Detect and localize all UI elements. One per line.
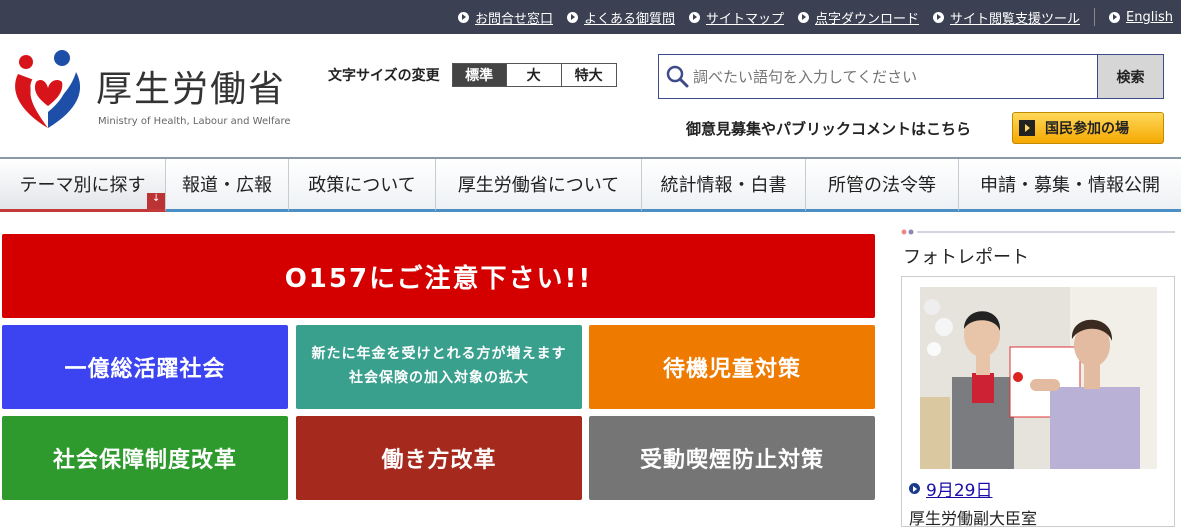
faq-link-label: よくある御質問 (583, 11, 675, 27)
public-participation-button[interactable]: 国民参加の場 (1012, 112, 1164, 144)
nav-item-statistics[interactable]: 統計情報・白書 (642, 159, 806, 212)
public-participation-label: 国民参加の場 (1045, 121, 1129, 137)
utility-bar: お問合せ窓口 よくある御質問 サイトマップ 点字ダウンロード サイト閲覧支援ツー… (0, 0, 1181, 34)
mhlw-logo-icon (15, 50, 81, 128)
sitemap-link-label: サイトマップ (706, 11, 785, 27)
english-link[interactable]: English (1109, 10, 1173, 25)
nav-item-theme[interactable]: テーマ別に探す (0, 159, 166, 212)
arrow-bullet-icon (909, 483, 920, 494)
photo-image (920, 287, 1157, 469)
font-size-switcher: 文字サイズの変更 標準 大 特大 (328, 63, 617, 87)
contact-link[interactable]: お問合せ窓口 (457, 8, 553, 27)
work-reform-banner[interactable]: 働き方改革 (296, 416, 582, 500)
search-button[interactable]: 検索 (1097, 55, 1163, 98)
braille-download-link-label: 点字ダウンロード (815, 11, 920, 27)
contact-link-label: お問合せ窓口 (474, 11, 553, 27)
font-size-label: 文字サイズの変更 (328, 68, 440, 84)
nav-item-label: テーマ別に探す (19, 175, 146, 196)
arrow-bullet-icon (566, 11, 578, 23)
nav-item-label: 政策について (308, 175, 416, 196)
arrow-bullet-icon (1109, 11, 1121, 23)
pension-banner-line2: 社会保険の加入対象の拡大 (349, 370, 529, 386)
logo-subtitle: Ministry of Health, Labour and Welfare (98, 116, 291, 127)
nav-item-label: 厚生労働省について (457, 175, 620, 196)
search-field-wrap (659, 55, 1097, 98)
ichioku-banner[interactable]: 一億総活躍社会 (2, 325, 288, 409)
font-size-large-button[interactable]: 大 (506, 63, 562, 87)
photo-report-title: フォトレポート (903, 247, 1029, 268)
photo-report-date: 9月29日 (926, 481, 993, 501)
font-size-xlarge-button[interactable]: 特大 (561, 63, 617, 87)
nav-item-press[interactable]: 報道・広報 (166, 159, 289, 212)
photo-report-date-link[interactable]: 9月29日 (909, 476, 992, 501)
faq-link[interactable]: よくある御質問 (566, 8, 675, 27)
divider (1094, 8, 1096, 26)
smoking-banner[interactable]: 受動喫煙防止対策 (589, 416, 875, 500)
global-nav: テーマ別に探す 報道・広報 政策について 厚生労働省について 統計情報・白書 所… (0, 157, 1181, 212)
social-security-banner[interactable]: 社会保障制度改革 (2, 416, 288, 500)
search-input[interactable] (693, 56, 1097, 97)
nav-item-applications[interactable]: 申請・募集・情報公開 (959, 159, 1181, 212)
english-link-label: English (1126, 9, 1173, 25)
down-arrow-icon (147, 193, 165, 209)
pension-banner[interactable]: 新たに年金を受けとれる方が増えます 社会保険の加入対象の拡大 (296, 325, 582, 409)
arrow-right-icon (1019, 120, 1035, 136)
braille-download-link[interactable]: 点字ダウンロード (798, 8, 919, 27)
nav-item-label: 統計情報・白書 (660, 175, 787, 196)
o157-banner[interactable]: O157にご注意下さい!! (2, 234, 875, 318)
nav-item-label: 申請・募集・情報公開 (980, 175, 1160, 196)
nav-item-laws[interactable]: 所管の法令等 (806, 159, 959, 212)
nav-item-label: 所管の法令等 (828, 175, 936, 196)
heading-decoration (901, 229, 1175, 235)
accessibility-tool-link[interactable]: サイト閲覧支援ツール (933, 8, 1080, 27)
logo-title: 厚生労働省 (96, 69, 287, 110)
site-logo[interactable]: 厚生労働省 Ministry of Health, Labour and Wel… (12, 50, 312, 140)
nav-item-about[interactable]: 厚生労働省について (436, 159, 642, 212)
arrow-bullet-icon (798, 11, 810, 23)
childcare-banner[interactable]: 待機児童対策 (589, 325, 875, 409)
arrow-bullet-icon (933, 11, 945, 23)
pension-banner-line1: 新たに年金を受けとれる方が増えます (311, 346, 567, 363)
sitemap-link[interactable]: サイトマップ (689, 8, 784, 27)
public-comment-text: 御意見募集やパブリックコメントはこちら (686, 120, 972, 138)
utility-links: お問合せ窓口 よくある御質問 サイトマップ 点字ダウンロード サイト閲覧支援ツー… (444, 0, 1173, 34)
arrow-bullet-icon (457, 11, 469, 23)
photo-report-image[interactable] (920, 287, 1157, 469)
search-box: 検索 (658, 54, 1164, 99)
nav-item-label: 報道・広報 (182, 175, 272, 196)
photo-report-caption: 厚生労働副大臣室 (909, 509, 1038, 527)
accessibility-tool-link-label: サイト閲覧支援ツール (950, 11, 1081, 27)
arrow-bullet-icon (689, 11, 700, 23)
search-icon (666, 65, 689, 87)
font-size-standard-button[interactable]: 標準 (451, 63, 507, 87)
nav-item-policy[interactable]: 政策について (289, 159, 436, 212)
